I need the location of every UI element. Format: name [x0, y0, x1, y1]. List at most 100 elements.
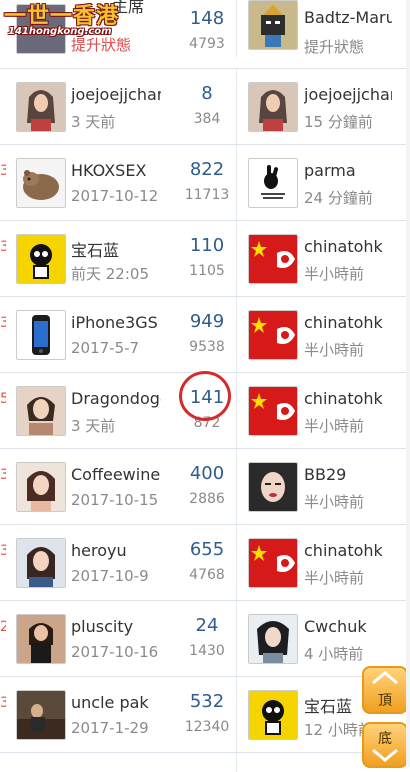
iphone-image: [17, 311, 65, 359]
view-count: 4793: [189, 36, 225, 52]
avatar[interactable]: [16, 310, 66, 360]
view-count: 2886: [189, 491, 225, 507]
thread-row[interactable]: 3 宝石蓝 前天 22:05 110 1105 chinatohk 半小時前: [0, 220, 410, 296]
avatar[interactable]: [16, 538, 66, 588]
avatar[interactable]: [248, 0, 298, 50]
thread-row[interactable]: joejoejjchan 3 天前 8 384 joejoejjchan 15 …: [0, 68, 410, 144]
column-divider: [236, 525, 237, 600]
last-poster-name[interactable]: joejoejjchan: [304, 85, 392, 104]
post-time: 前天 22:05: [71, 265, 149, 283]
column-divider: [236, 601, 237, 676]
avatar[interactable]: [248, 234, 298, 284]
avatar[interactable]: [16, 690, 66, 740]
avatar[interactable]: [248, 386, 298, 436]
avatar[interactable]: [16, 158, 66, 208]
thread-row[interactable]: 2 pluscity 2017-10-16 24 1430 Cwchuk 4 小…: [0, 600, 410, 676]
post-time: 3 天前: [71, 417, 116, 435]
post-time: 2017-10-9: [71, 567, 149, 585]
thread-row[interactable]: 3 heroyu 2017-10-9 655 4768 chinatohk 半小…: [0, 524, 410, 600]
post-time: 2017-10-12: [71, 187, 159, 205]
view-count: 9538: [189, 339, 225, 355]
last-poster-name[interactable]: BB29: [304, 465, 392, 484]
column-divider: [236, 69, 237, 144]
post-time: 3 天前: [71, 113, 116, 131]
thread-row[interactable]: 3 iPhone3GS 2017-5-7 949 9538 chinatohk …: [0, 296, 410, 372]
column-divider: [236, 753, 237, 772]
column-divider: [236, 0, 237, 57]
reply-count: 8: [201, 83, 213, 104]
last-post-time: 半小時前: [304, 493, 365, 511]
scrollbar[interactable]: [406, 0, 410, 767]
thread-author[interactable]: uncle pak: [71, 693, 161, 712]
avatar[interactable]: [248, 462, 298, 512]
site-logo[interactable]: 一世一香港 141hongkong.com: [0, 0, 136, 44]
photo-image: [17, 691, 65, 739]
thread-author[interactable]: Dragondoge: [71, 389, 161, 408]
avatar[interactable]: [16, 462, 66, 512]
view-count: 4768: [189, 567, 225, 583]
column-divider: [236, 221, 237, 296]
view-count: 1430: [189, 643, 225, 659]
last-poster-name[interactable]: chinatohk: [304, 541, 392, 560]
avatar[interactable]: [16, 386, 66, 436]
view-count: 12340: [184, 719, 230, 735]
thread-row[interactable]: 3 HKOXSEX 2017-10-12 822 11713 parma 24 …: [0, 144, 410, 220]
flag-image: [249, 311, 297, 359]
rank-marker: 3: [0, 695, 6, 711]
badtz-maru-image: [249, 1, 297, 49]
avatar[interactable]: [248, 310, 298, 360]
scroll-top-button[interactable]: 頂: [362, 666, 408, 714]
portrait-image: [17, 387, 65, 435]
thread-row[interactable]: 3 Coffeewine 2017-10-15 400 2886 BB29 半小…: [0, 448, 410, 524]
portrait-image: [249, 463, 297, 511]
thread-author[interactable]: 宝石蓝: [71, 237, 161, 261]
thread-author[interactable]: HKOXSEX: [71, 161, 161, 180]
reply-count: 532: [189, 691, 225, 712]
avatar[interactable]: [16, 234, 66, 284]
view-count: 384: [193, 111, 221, 127]
rank-marker: 2: [0, 619, 6, 635]
thread-author[interactable]: joejoejjchan: [71, 85, 161, 104]
rank-marker: 5: [0, 391, 6, 407]
avatar[interactable]: [248, 538, 298, 588]
column-divider: [236, 297, 237, 372]
last-post-time: 4 小時前: [304, 645, 364, 663]
avatar[interactable]: [16, 82, 66, 132]
thread-author[interactable]: pluscity: [71, 617, 161, 636]
avatar[interactable]: [248, 614, 298, 664]
avatar[interactable]: [248, 690, 298, 740]
flag-image: [249, 235, 297, 283]
portrait-image: [249, 615, 297, 663]
scroll-bottom-label: 底: [378, 731, 392, 747]
avatar[interactable]: [248, 158, 298, 208]
last-post-time: 15 分鐘前: [304, 113, 373, 131]
last-post-time: 半小時前: [304, 569, 365, 587]
thread-author[interactable]: Coffeewine: [71, 465, 161, 484]
highlight-circle: [179, 371, 231, 421]
scroll-bottom-button[interactable]: 底: [362, 722, 408, 768]
cartoon-character-image: [249, 691, 297, 739]
reply-count: 949: [189, 311, 225, 332]
view-count: 1105: [189, 263, 225, 279]
cartoon-character-image: [17, 235, 65, 283]
last-post-time: 半小時前: [304, 341, 365, 359]
last-poster-name[interactable]: Badtz-Maru: [304, 8, 392, 27]
column-divider: [236, 677, 237, 752]
last-poster-name[interactable]: chinatohk: [304, 237, 392, 256]
last-poster-name[interactable]: chinatohk: [304, 313, 392, 332]
last-poster-name[interactable]: Cwchuk: [304, 617, 392, 636]
thread-row[interactable]: 3 uncle pak 2017-1-29 532 12340 宝石蓝 12 小…: [0, 676, 410, 752]
reply-count: 822: [189, 159, 225, 180]
reply-count: 148: [189, 8, 225, 29]
avatar[interactable]: [248, 82, 298, 132]
flag-image: [249, 387, 297, 435]
post-time: 2017-5-7: [71, 339, 140, 357]
thread-row-partial[interactable]: [0, 752, 410, 772]
last-poster-name[interactable]: chinatohk: [304, 389, 392, 408]
last-poster-name[interactable]: parma: [304, 161, 392, 180]
last-post-time: 半小時前: [304, 417, 365, 435]
status-text: 提升狀態: [304, 38, 365, 56]
thread-author[interactable]: iPhone3GS: [71, 313, 161, 332]
thread-author[interactable]: heroyu: [71, 541, 161, 560]
avatar[interactable]: [16, 614, 66, 664]
